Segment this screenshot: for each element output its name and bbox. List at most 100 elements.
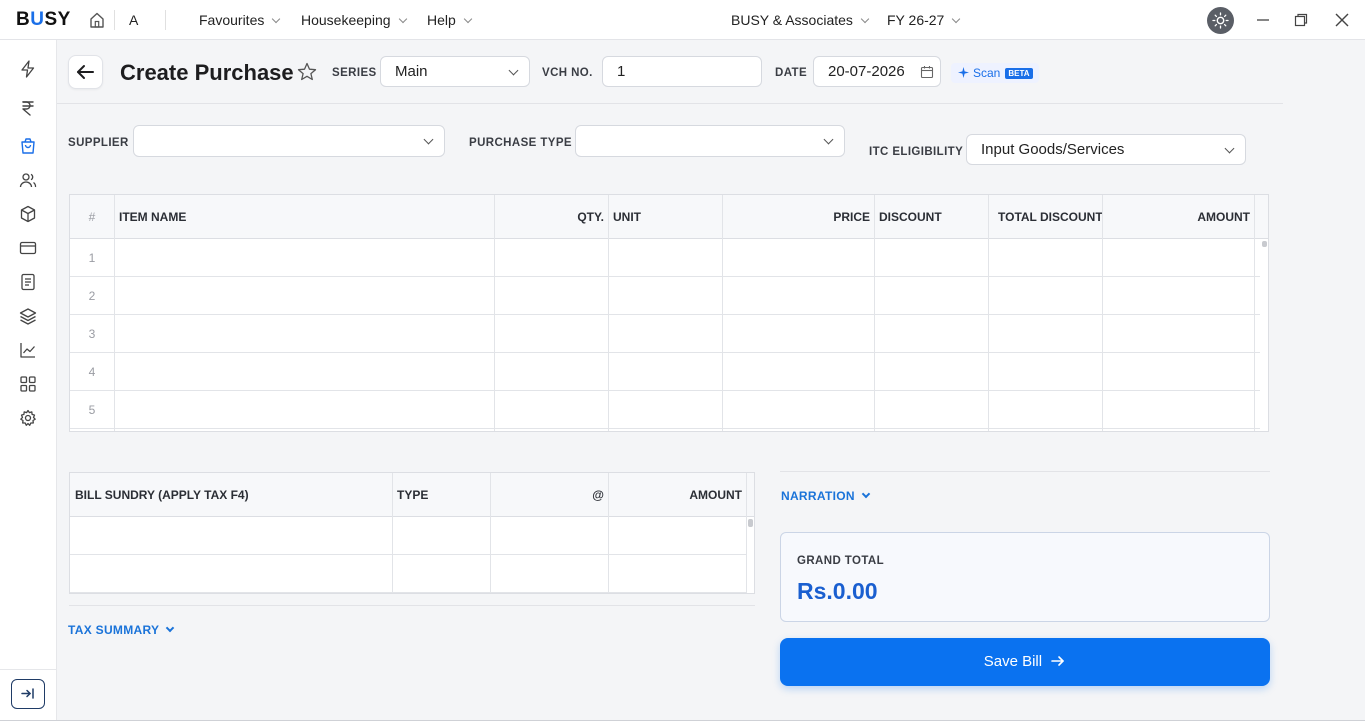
document-icon[interactable] [18, 272, 38, 292]
table-row[interactable] [70, 276, 1260, 277]
tax-summary-toggle[interactable]: TAX SUMMARY [68, 623, 175, 637]
date-label: DATE [775, 67, 808, 79]
vch-no-label: VCH NO. [542, 67, 593, 79]
save-bill-button[interactable]: Save Bill [780, 638, 1270, 686]
arrow-left-icon [77, 65, 94, 79]
header-unit: UNIT [613, 210, 641, 224]
header-bill-sundry: BILL SUNDRY (APPLY TAX F4) [75, 488, 249, 502]
bill-sundry-header: BILL SUNDRY (APPLY TAX F4) TYPE @ AMOUNT [70, 473, 754, 517]
scrollbar[interactable] [1262, 241, 1267, 247]
rupee-icon[interactable] [18, 98, 38, 118]
vch-no-input[interactable]: 1 [602, 56, 762, 87]
divider [57, 103, 1283, 104]
items-table: # ITEM NAME QTY. UNIT PRICE DISCOUNT TOT… [69, 194, 1269, 432]
header-type: TYPE [397, 488, 429, 502]
fiscal-year-dropdown[interactable]: FY 26-27 [887, 12, 961, 28]
chevron-down-icon [823, 134, 834, 145]
busy-logo: BUSY [16, 9, 71, 30]
header-rate: @ [592, 488, 604, 502]
arrow-right-to-line-icon [21, 688, 34, 699]
arrow-right-icon [1051, 656, 1065, 666]
shopping-bag-icon[interactable] [18, 136, 38, 156]
scan-button[interactable]: Scan BETA [951, 63, 1039, 83]
chart-line-icon[interactable] [18, 340, 38, 360]
header-price: PRICE [833, 210, 870, 224]
menu-help[interactable]: Help [427, 12, 473, 28]
close-icon[interactable] [1334, 12, 1350, 28]
table-row[interactable] [70, 428, 1260, 429]
grand-total-card: GRAND TOTAL Rs.0.00 [780, 532, 1270, 622]
table-row[interactable] [70, 352, 1260, 353]
divider [69, 605, 755, 606]
grand-total-label: GRAND TOTAL [797, 555, 885, 567]
table-row[interactable] [70, 592, 746, 593]
purchase-type-select[interactable] [575, 125, 845, 157]
items-table-header: # ITEM NAME QTY. UNIT PRICE DISCOUNT TOT… [70, 195, 1268, 239]
divider [0, 669, 56, 670]
itc-eligibility-select[interactable]: Input Goods/Services [966, 134, 1246, 165]
chevron-down-icon [166, 623, 175, 633]
itc-eligibility-label: ITC ELIGIBILITY [869, 146, 964, 158]
grid-icon[interactable] [18, 374, 38, 394]
company-switcher[interactable]: A [129, 12, 138, 28]
users-icon[interactable] [18, 170, 38, 190]
chevron-down-icon [398, 14, 407, 24]
chevron-down-icon [861, 489, 871, 499]
column-divider [746, 473, 747, 593]
page-title: Create Purchase [120, 60, 294, 85]
layers-icon[interactable] [18, 306, 38, 326]
main-content: Create Purchase SERIES Main VCH NO. 1 DA… [57, 40, 1365, 721]
row-number: 2 [88, 289, 96, 303]
card-icon[interactable] [18, 238, 38, 258]
series-label: SERIES [332, 67, 377, 79]
grand-total-value: Rs.0.00 [797, 578, 878, 604]
supplier-label: SUPPLIER [68, 137, 129, 149]
menu-housekeeping[interactable]: Housekeeping [301, 12, 407, 28]
header-item-name: ITEM NAME [119, 210, 187, 224]
date-input[interactable]: 20-07-2026 [813, 56, 941, 87]
menu-favourites[interactable]: Favourites [199, 12, 281, 28]
header-qty: QTY. [577, 210, 604, 224]
box-icon[interactable] [18, 204, 38, 224]
header-discount: DISCOUNT [879, 210, 942, 224]
row-number: 1 [88, 251, 96, 265]
chevron-down-icon [1224, 143, 1235, 154]
header-total-discount: TOTAL DISCOUNT [998, 210, 1103, 224]
gear-icon[interactable] [18, 408, 38, 428]
supplier-select[interactable] [133, 125, 445, 157]
chevron-down-icon [272, 14, 281, 24]
header-amount: AMOUNT [1197, 210, 1250, 224]
row-number: 5 [88, 403, 96, 417]
theme-toggle-button[interactable] [1207, 7, 1234, 34]
sun-icon [1212, 12, 1229, 29]
row-number: 4 [88, 365, 96, 379]
chevron-down-icon [508, 65, 519, 76]
row-number: 3 [88, 327, 96, 341]
table-row[interactable] [70, 554, 746, 555]
narration-toggle[interactable]: NARRATION [781, 489, 871, 503]
company-name-dropdown[interactable]: BUSY & Associates [731, 12, 870, 28]
table-row[interactable] [70, 390, 1260, 391]
restore-icon[interactable] [1293, 12, 1309, 28]
header-amount: AMOUNT [689, 488, 742, 502]
purchase-type-label: PURCHASE TYPE [469, 137, 572, 149]
chevron-down-icon [423, 134, 434, 145]
minimize-icon[interactable] [1255, 12, 1271, 28]
column-divider [608, 473, 609, 593]
expand-sidebar-button[interactable] [11, 679, 45, 709]
back-button[interactable] [68, 55, 103, 89]
chevron-down-icon [860, 14, 870, 24]
series-select[interactable]: Main [380, 56, 530, 87]
divider [165, 10, 166, 30]
calendar-icon[interactable] [920, 65, 934, 79]
sparkle-icon [958, 67, 969, 78]
table-row[interactable] [70, 314, 1260, 315]
home-icon[interactable] [89, 11, 105, 29]
beta-badge: BETA [1005, 68, 1033, 79]
star-icon[interactable] [296, 61, 318, 83]
divider [114, 10, 115, 30]
scrollbar[interactable] [748, 519, 753, 527]
column-divider [490, 473, 491, 593]
chevron-down-icon [952, 14, 961, 24]
lightning-icon[interactable] [18, 59, 38, 79]
